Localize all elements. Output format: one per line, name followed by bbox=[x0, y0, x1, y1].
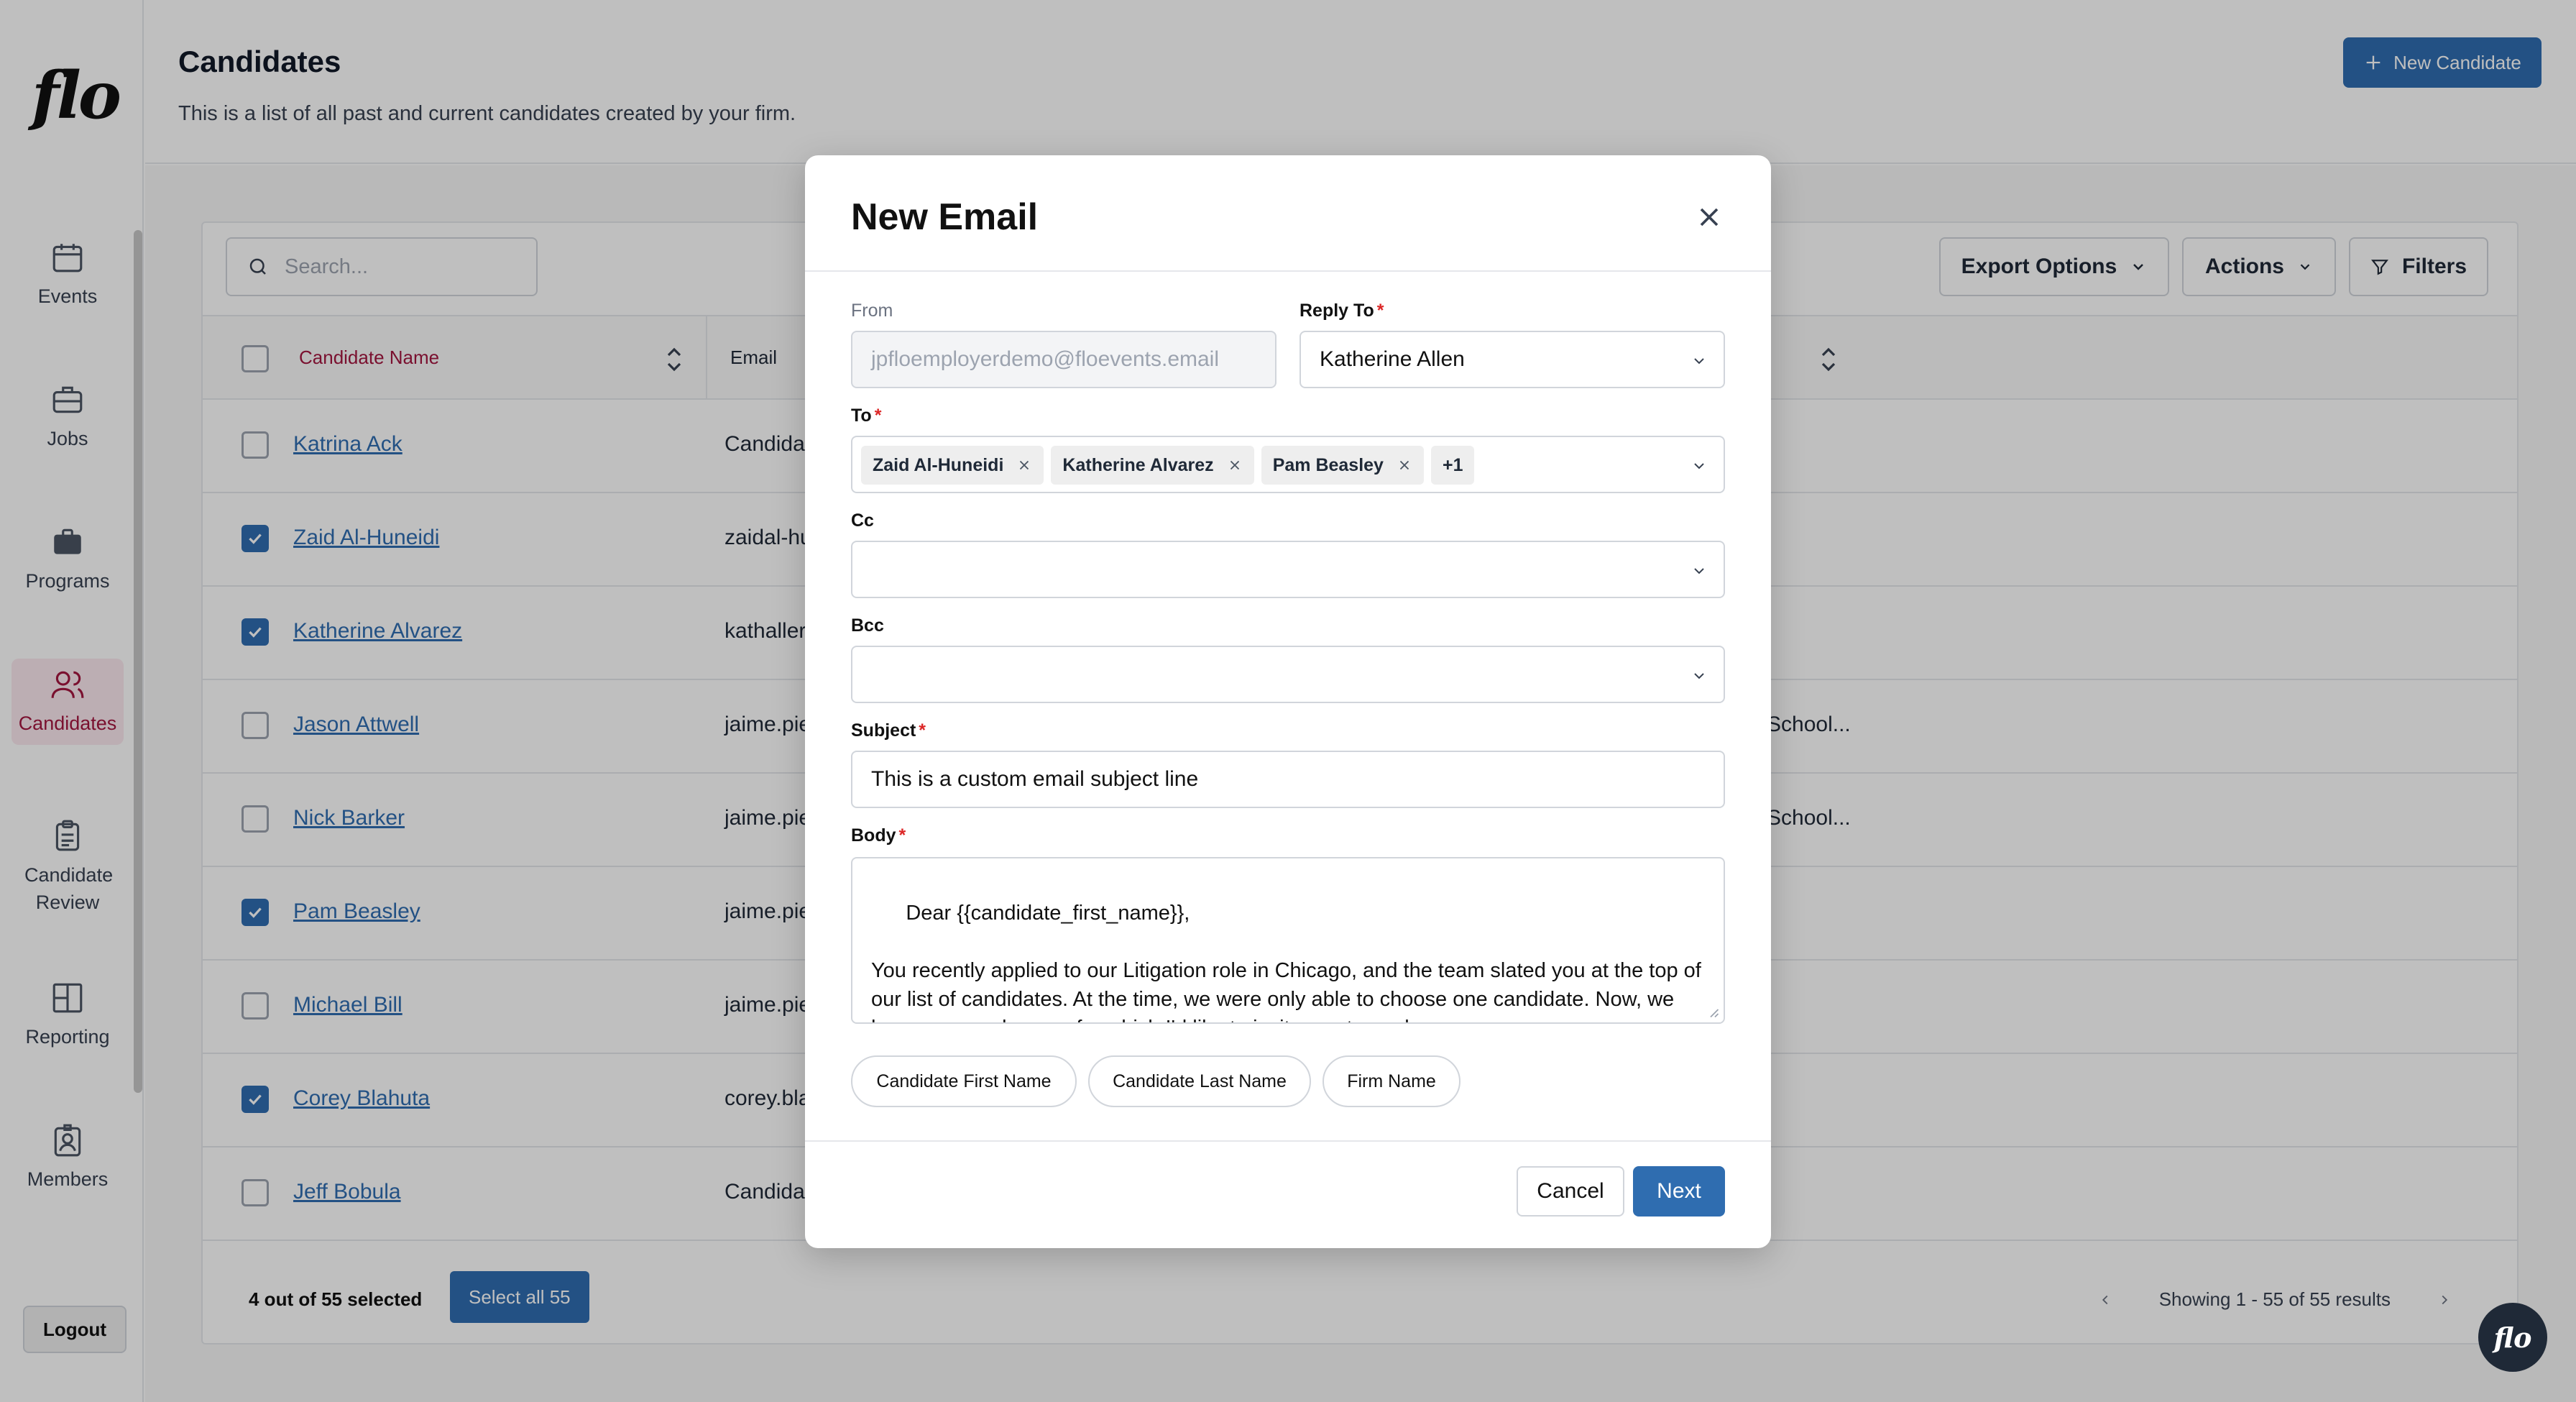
to-label-text: To bbox=[851, 406, 872, 426]
from-value: jpfloemployerdemo@floevents.email bbox=[871, 347, 1220, 371]
recipient-chip: Katherine Alvarez bbox=[1051, 446, 1254, 485]
bcc-select[interactable] bbox=[851, 646, 1725, 703]
chevron-down-icon bbox=[1694, 463, 1704, 469]
next-button[interactable]: Next bbox=[1633, 1166, 1725, 1217]
to-select[interactable]: Zaid Al-Huneidi Katherine Alvarez Pam Be… bbox=[851, 436, 1725, 493]
close-icon[interactable] bbox=[1016, 457, 1032, 473]
chevron-down-icon bbox=[1694, 568, 1704, 574]
close-icon[interactable] bbox=[1227, 457, 1243, 473]
new-email-modal: New Email From jpfloemployerdemo@floeven… bbox=[805, 155, 1771, 1248]
subject-input[interactable]: This is a custom email subject line bbox=[851, 751, 1725, 808]
body-label: Body * bbox=[851, 825, 906, 846]
from-label: From bbox=[851, 301, 893, 321]
reply-to-value: Katherine Allen bbox=[1320, 347, 1465, 371]
modal-title: New Email bbox=[851, 196, 1039, 238]
recipient-chip-label: Zaid Al-Huneidi bbox=[873, 454, 1004, 475]
modal-divider bbox=[805, 270, 1771, 272]
recipient-chip-label: Katherine Alvarez bbox=[1062, 454, 1214, 475]
subject-label-text: Subject bbox=[851, 720, 916, 741]
chat-launcher-button[interactable]: flo bbox=[2478, 1303, 2547, 1372]
modal-divider bbox=[805, 1140, 1771, 1142]
cancel-button[interactable]: Cancel bbox=[1517, 1166, 1624, 1217]
recipient-chip-label: Pam Beasley bbox=[1272, 454, 1384, 475]
app-root: flo Events Jobs Programs Candidates Cand… bbox=[0, 0, 2576, 1402]
close-icon[interactable] bbox=[1397, 457, 1412, 473]
variable-candidate-last-name-button[interactable]: Candidate Last Name bbox=[1088, 1055, 1311, 1107]
body-label-text: Body bbox=[851, 825, 896, 846]
recipient-chip: Zaid Al-Huneidi bbox=[861, 446, 1044, 485]
reply-to-select[interactable]: Katherine Allen bbox=[1300, 331, 1725, 388]
body-textarea[interactable]: Dear {{candidate_first_name}}, You recen… bbox=[851, 857, 1725, 1024]
variable-candidate-first-name-button[interactable]: Candidate First Name bbox=[851, 1055, 1077, 1107]
reply-to-label-text: Reply To bbox=[1300, 301, 1374, 321]
chevron-down-icon bbox=[1694, 358, 1704, 365]
chevron-down-icon bbox=[1694, 673, 1704, 679]
body-value: Dear {{candidate_first_name}}, You recen… bbox=[871, 902, 1701, 1022]
variable-firm-name-button[interactable]: Firm Name bbox=[1322, 1055, 1460, 1107]
close-icon[interactable] bbox=[1693, 201, 1725, 233]
subject-value: This is a custom email subject line bbox=[871, 767, 1199, 791]
more-recipients-chip[interactable]: +1 bbox=[1430, 446, 1475, 485]
resize-handle-icon[interactable] bbox=[1706, 1005, 1719, 1018]
cc-select[interactable] bbox=[851, 541, 1725, 598]
reply-to-label: Reply To * bbox=[1300, 301, 1384, 321]
to-chips: Zaid Al-Huneidi Katherine Alvarez Pam Be… bbox=[861, 446, 1475, 485]
to-label: To * bbox=[851, 406, 882, 426]
bcc-label: Bcc bbox=[851, 615, 884, 636]
recipient-chip: Pam Beasley bbox=[1261, 446, 1424, 485]
cc-label: Cc bbox=[851, 510, 874, 531]
from-field: jpfloemployerdemo@floevents.email bbox=[851, 331, 1276, 388]
subject-label: Subject * bbox=[851, 720, 926, 741]
